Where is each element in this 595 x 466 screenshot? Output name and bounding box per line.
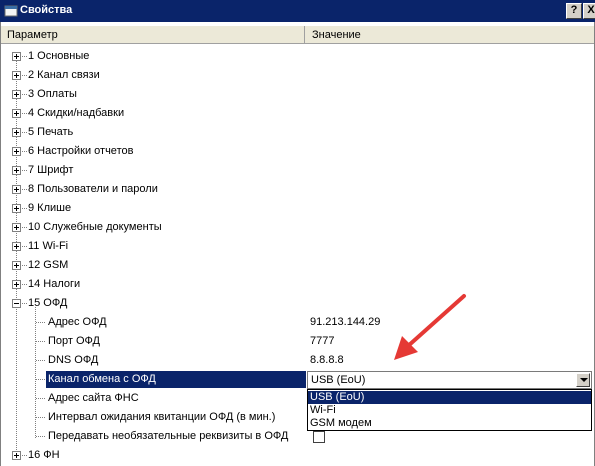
tree-group-1[interactable]: 1 Основные — [0, 47, 595, 66]
expand-icon[interactable] — [12, 52, 21, 61]
channel-select-value: USB (EoU) — [311, 374, 366, 386]
tree-connector — [22, 56, 27, 57]
tree-connector — [36, 436, 45, 437]
tree-group-4[interactable]: 4 Скидки/надбавки — [0, 104, 595, 123]
expand-icon[interactable] — [12, 280, 21, 289]
group-label: 4 Скидки/надбавки — [28, 107, 125, 119]
group-label: 10 Служебные документы — [28, 221, 162, 233]
group-label: 2 Канал связи — [28, 69, 100, 81]
tree-connector — [22, 113, 27, 114]
tree-connector — [22, 189, 27, 190]
group-label: 5 Печать — [28, 126, 74, 138]
property-label: Передавать необязательные реквизиты в ОФ… — [48, 430, 289, 442]
tree-group-2[interactable]: 2 Канал связи — [0, 66, 595, 85]
tree-connector — [36, 379, 45, 380]
group-label: 6 Настройки отчетов — [28, 145, 134, 157]
dropdown-option[interactable]: Wi-Fi — [308, 404, 591, 417]
tree-connector — [36, 417, 45, 418]
tree-connector — [36, 360, 45, 361]
property-label: Порт ОФД — [48, 335, 100, 347]
expand-icon[interactable] — [12, 71, 21, 80]
expand-icon[interactable] — [12, 451, 21, 460]
tree-group-ofd[interactable]: 15 ОФД — [0, 294, 595, 313]
group-label: 12 GSM — [28, 259, 69, 271]
tree-connector — [22, 208, 27, 209]
ofd-address-row[interactable]: Адрес ОФД 91.213.144.29 — [0, 313, 595, 332]
tree-group-9[interactable]: 9 Клише — [0, 199, 595, 218]
tree-group-8[interactable]: 8 Пользователи и пароли — [0, 180, 595, 199]
channel-dropdown-list: USB (EoU) Wi-Fi GSM модем — [307, 389, 592, 431]
collapse-icon[interactable] — [12, 299, 21, 308]
property-value[interactable]: 7777 — [310, 335, 334, 347]
group-label: 7 Шрифт — [28, 164, 74, 176]
property-label: Адрес сайта ФНС — [48, 392, 139, 404]
tree-connector — [22, 170, 27, 171]
dropdown-option[interactable]: USB (EoU) — [308, 391, 591, 404]
expand-icon[interactable] — [12, 242, 21, 251]
tree-connector — [22, 455, 27, 456]
group-label: 16 ФН — [28, 449, 60, 461]
property-label: Канал обмена с ОФД — [48, 373, 156, 385]
tree-connector — [36, 341, 45, 342]
group-label: 1 Основные — [28, 50, 90, 62]
dropdown-option[interactable]: GSM модем — [308, 417, 591, 430]
tree-group-11[interactable]: 11 Wi-Fi — [0, 237, 595, 256]
tree-group-fn[interactable]: 16 ФН — [0, 446, 595, 465]
tree-group-5[interactable]: 5 Печать — [0, 123, 595, 142]
expand-icon[interactable] — [12, 109, 21, 118]
tree-connector — [36, 322, 45, 323]
property-value[interactable]: 91.213.144.29 — [310, 316, 380, 328]
property-value[interactable]: 8.8.8.8 — [310, 354, 344, 366]
expand-icon[interactable] — [12, 147, 21, 156]
property-label: Адрес ОФД — [48, 316, 107, 328]
group-label: 3 Оплаты — [28, 88, 77, 100]
group-label: 14 Налоги — [28, 278, 81, 290]
group-label: 15 ОФД — [28, 297, 68, 309]
ofd-port-row[interactable]: Порт ОФД 7777 — [0, 332, 595, 351]
expand-icon[interactable] — [12, 185, 21, 194]
chevron-down-icon[interactable] — [576, 373, 590, 387]
tree-group-14[interactable]: 14 Налоги — [0, 275, 595, 294]
column-header-param[interactable]: Параметр — [1, 26, 305, 44]
group-label: 9 Клише — [28, 202, 72, 214]
optional-requisites-checkbox[interactable] — [313, 431, 325, 443]
tree-group-7[interactable]: 7 Шрифт — [0, 161, 595, 180]
tree-connector — [22, 246, 27, 247]
expand-icon[interactable] — [12, 261, 21, 270]
tree-connector — [22, 75, 27, 76]
tree-connector — [22, 132, 27, 133]
column-header: Параметр Значение — [1, 26, 594, 44]
tree-connector — [22, 151, 27, 152]
window-title: Свойства — [20, 4, 73, 16]
expand-icon[interactable] — [12, 204, 21, 213]
ofd-dns-row[interactable]: DNS ОФД 8.8.8.8 — [0, 351, 595, 370]
tree-connector — [36, 398, 45, 399]
expand-icon[interactable] — [12, 90, 21, 99]
property-label: Интервал ожидания квитанции ОФД (в мин.) — [48, 411, 276, 423]
group-label: 11 Wi-Fi — [28, 240, 69, 252]
close-button[interactable]: X — [583, 3, 595, 19]
tree-group-6[interactable]: 6 Настройки отчетов — [0, 142, 595, 161]
property-label: DNS ОФД — [48, 354, 99, 366]
tree-connector — [22, 284, 27, 285]
channel-select[interactable]: USB (EoU) — [307, 371, 592, 389]
properties-window-icon — [4, 5, 18, 17]
title-bar: Свойства ? X — [0, 0, 595, 22]
tree-connector — [22, 227, 27, 228]
expand-icon[interactable] — [12, 166, 21, 175]
tree-connector — [22, 265, 27, 266]
tree-group-12[interactable]: 12 GSM — [0, 256, 595, 275]
expand-icon[interactable] — [12, 223, 21, 232]
expand-icon[interactable] — [12, 128, 21, 137]
annotation-arrow-icon — [394, 294, 466, 360]
tree-group-3[interactable]: 3 Оплаты — [0, 85, 595, 104]
tree-group-10[interactable]: 10 Служебные документы — [0, 218, 595, 237]
tree-connector — [22, 303, 27, 304]
help-button[interactable]: ? — [566, 3, 582, 19]
column-header-value[interactable]: Значение — [306, 26, 594, 44]
group-label: 8 Пользователи и пароли — [28, 183, 158, 195]
tree-connector — [22, 94, 27, 95]
